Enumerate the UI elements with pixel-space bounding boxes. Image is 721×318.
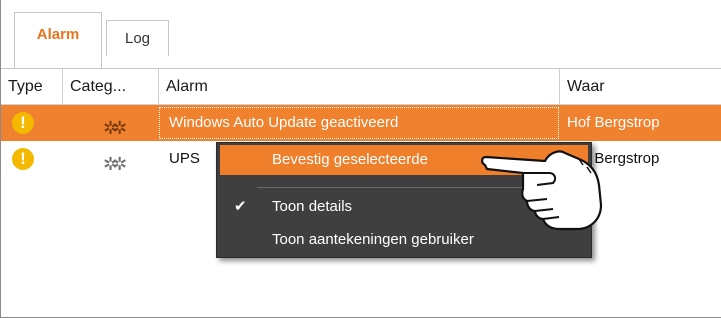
focus-rectangle (159, 107, 559, 139)
gears-icon: ✲✲ (103, 118, 127, 138)
alarm-panel: Alarm Log Type Categ... Alarm Waar ! ✲✲ … (0, 0, 721, 318)
gears-icon: ✲✲ (103, 154, 127, 174)
check-icon: ✔ (234, 198, 247, 215)
tab-alarm[interactable]: Alarm (14, 12, 102, 68)
category-cell: ✲✲ (63, 141, 159, 177)
category-cell: ✲✲ (63, 105, 159, 141)
menu-item-label: Toon details (272, 198, 353, 215)
waar-cell: Hof Bergstrop (567, 114, 660, 131)
table-row[interactable]: ! ✲✲ Windows Auto Update geactiveerd Hof… (1, 105, 721, 141)
column-header-category[interactable]: Categ... (63, 69, 159, 105)
type-cell: ! (1, 141, 63, 177)
hand-pointer-icon (481, 150, 603, 231)
column-header-waar[interactable]: Waar (560, 69, 721, 105)
warning-icon: ! (12, 112, 34, 134)
type-cell: ! (1, 105, 63, 141)
warning-icon: ! (12, 148, 34, 170)
column-header-type[interactable]: Type (1, 69, 63, 105)
column-header-alarm[interactable]: Alarm (159, 69, 560, 105)
tab-bar: Alarm Log (1, 0, 721, 68)
tab-log[interactable]: Log (106, 20, 169, 56)
